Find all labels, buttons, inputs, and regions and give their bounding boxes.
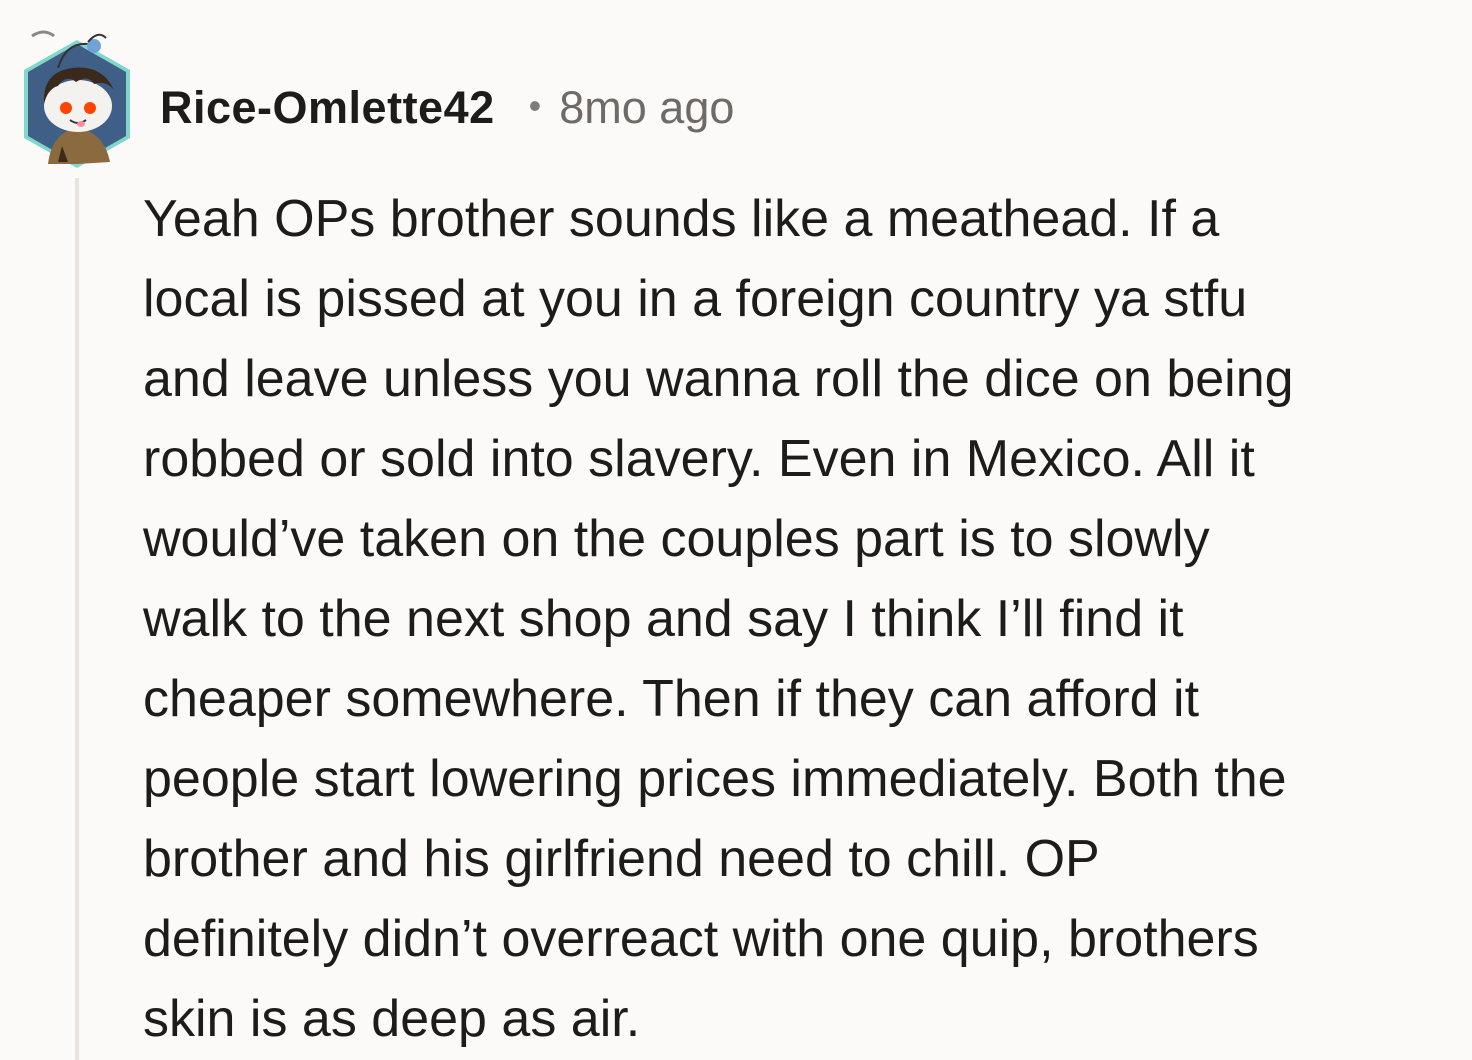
avatar[interactable] [18, 28, 136, 174]
comment-line: local is pissed at you in a foreign coun… [143, 270, 1248, 328]
separator-dot: • [528, 85, 542, 126]
comment-line: brother and his girlfriend need to chill… [143, 830, 1100, 888]
comment-line: Yeah OPs brother sounds like a meathead.… [143, 190, 1220, 248]
comment-line: definitely didn’t overreact with one qui… [143, 910, 1259, 968]
comment-header: Rice-Omlette42 • 8mo ago [160, 78, 734, 138]
thread-line[interactable] [75, 178, 79, 1060]
comment-line: and leave unless you wanna roll the dice… [143, 350, 1294, 408]
comment-line: robbed or sold into slavery. Even in Mex… [143, 430, 1255, 488]
timestamp[interactable]: 8mo ago [559, 82, 734, 134]
comment-line: walk to the next shop and say I think I’… [143, 590, 1184, 648]
comment: Rice-Omlette42 • 8mo ago Yeah OPs brothe… [0, 0, 1472, 1060]
comment-line: would’ve taken on the couples part is to… [143, 510, 1210, 568]
comment-body: Yeah OPs brother sounds like a meathead.… [143, 179, 1453, 1059]
username[interactable]: Rice-Omlette42 [160, 82, 495, 134]
comment-line: cheaper somewhere. Then if they can affo… [143, 670, 1200, 728]
comment-line: people start lowering prices immediately… [143, 750, 1287, 808]
comment-line: skin is as deep as air. [143, 990, 641, 1048]
